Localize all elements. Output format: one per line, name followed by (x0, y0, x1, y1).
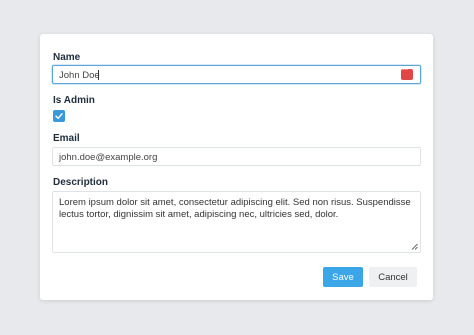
text-caret (98, 70, 99, 80)
is-admin-checkbox[interactable] (53, 110, 65, 122)
description-label: Description (53, 177, 109, 188)
email-label: Email (53, 133, 80, 144)
cancel-button[interactable]: Cancel (369, 267, 417, 287)
email-input[interactable]: john.doe@example.org (52, 147, 421, 166)
resize-handle-icon[interactable] (411, 243, 418, 250)
checkmark-icon (55, 113, 63, 119)
description-textarea[interactable]: Lorem ipsum dolor sit amet, consectetur … (52, 191, 421, 253)
description-value: Lorem ipsum dolor sit amet, consectetur … (59, 197, 411, 220)
is-admin-label: Is Admin (53, 95, 95, 106)
name-label: Name (53, 52, 81, 63)
name-input[interactable]: John Doe (52, 65, 421, 84)
form-card: Name John Doe Is Admin Email john.doe@ex… (40, 34, 433, 300)
password-manager-icon[interactable] (401, 66, 413, 80)
email-value: john.doe@example.org (59, 152, 158, 163)
name-value: John Doe (59, 70, 100, 81)
save-button[interactable]: Save (323, 267, 363, 287)
